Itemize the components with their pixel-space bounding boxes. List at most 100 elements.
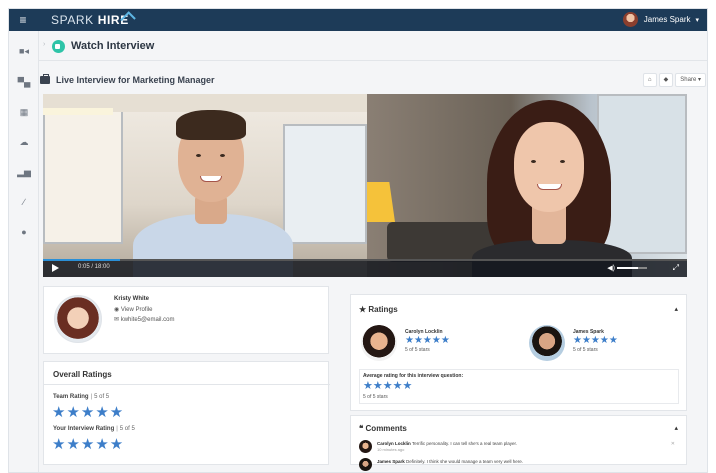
candidate-email[interactable]: ✉ kwhite5@email.com (114, 316, 174, 323)
user-name: James Spark (643, 15, 691, 24)
comments-title-text: Comments (365, 424, 407, 433)
view-profile-label: View Profile (120, 307, 153, 313)
ceiling-light (43, 108, 113, 115)
comment-text: James Spark Definitely. I think she woul… (377, 459, 523, 464)
comment-body: Definitely. I think she would manage a t… (406, 459, 524, 464)
comment-body: Terrific personality. I can tell she's a… (411, 441, 518, 446)
delete-comment-icon[interactable]: ✕ (671, 441, 675, 447)
smile (537, 184, 562, 190)
overall-ratings-card: Overall Ratings Team Rating | 5 of 5 ★★★★★… (43, 361, 330, 465)
rater-avatar (361, 325, 397, 361)
eye (531, 160, 536, 163)
your-rating-text: Your Interview Rating (53, 426, 115, 432)
chevron-right-icon: › (43, 41, 46, 48)
page-header: › Watch Interview (39, 31, 707, 61)
eye (220, 154, 225, 157)
eye (560, 160, 565, 163)
volume-slider[interactable] (617, 267, 647, 269)
your-rating-label: Your Interview Rating | 5 of 5 (53, 426, 135, 432)
smile (200, 176, 222, 182)
collapse-icon[interactable]: ▴ (674, 424, 678, 432)
average-rating-box: Average rating for this interview questi… (359, 369, 679, 404)
rater-stars: ★★★★★ (573, 335, 618, 346)
background-window (43, 94, 123, 244)
interviewer-video (43, 94, 367, 277)
team-rating-sub: 5 of 5 (94, 394, 110, 400)
progress-bar[interactable] (43, 259, 687, 261)
comment-item: Carolyn Locklin Terrific personality. I … (359, 440, 679, 456)
collapse-icon[interactable]: ▴ (674, 305, 678, 313)
candidate-email-text: kwhite5@email.com (120, 317, 175, 323)
camera-icon (52, 40, 65, 53)
user-avatar (622, 12, 638, 27)
lamp (367, 182, 395, 222)
candidate-video (367, 94, 687, 277)
ratings-title-text: Ratings (368, 305, 398, 314)
tag-button[interactable]: ⌂ (642, 73, 657, 87)
candidate-profile-card: Kristy White ◉ View Profile ✉ kwhite5@em… (43, 286, 329, 354)
logo-text-light: SPARK (51, 13, 94, 27)
rater-sub: 5 of 5 stars (405, 347, 430, 353)
overall-ratings-title: Overall Ratings (53, 370, 112, 379)
candidate-avatar (54, 295, 102, 343)
video-icon[interactable]: ■◂ (17, 44, 31, 58)
your-rating-stars[interactable]: ★★★★★ (52, 435, 124, 453)
interview-title-text: Live Interview for Marketing Manager (56, 75, 215, 85)
app-logo[interactable]: SPARK HIRE (51, 13, 129, 27)
divider (44, 384, 330, 385)
briefcase-icon[interactable]: ▀▄ (17, 75, 31, 89)
video-player[interactable]: 0:05 / 18:00 ◀) ⤢ (43, 94, 687, 277)
calendar-icon[interactable]: ▦ (17, 105, 31, 119)
rater-avatar (529, 325, 565, 361)
comment-text: Carolyn Locklin Terrific personality. I … (377, 441, 517, 446)
average-rating-sub: 5 of 5 stars (363, 394, 388, 400)
average-rating-stars: ★★★★★ (363, 380, 413, 392)
video-controls: 0:05 / 18:00 ◀) ⤢ (43, 259, 687, 277)
top-bar: ≡ SPARK HIRE James Spark ▾ (9, 9, 707, 31)
hamburger-menu-icon[interactable]: ≡ (16, 13, 30, 27)
comment-item: James Spark Definitely. I think she woul… (359, 458, 679, 473)
share-label: Share (680, 77, 697, 83)
fullscreen-icon[interactable]: ⤢ (673, 263, 679, 273)
ratings-panel: ★ Ratings ▴ Carolyn Locklin ★★★★★ 5 of 5… (350, 294, 687, 411)
comment-time: 10 minutes ago (377, 447, 405, 452)
time-display: 0:05 / 18:00 (78, 264, 110, 270)
video-actions: ⌂ ◆ Share ▾ (642, 73, 706, 87)
comments-panel: ❝ Comments ▴ Carolyn Locklin Terrific pe… (350, 415, 687, 471)
volume-icon[interactable]: ◀) (607, 264, 615, 272)
rater-stars: ★★★★★ (405, 335, 450, 346)
user-menu[interactable]: James Spark ▾ (622, 12, 699, 27)
volume-level (617, 267, 638, 269)
your-rating-sub: 5 of 5 (119, 426, 135, 432)
comments-title: ❝ Comments (359, 424, 407, 433)
face (514, 122, 584, 212)
cloud-icon[interactable]: ☁ (17, 135, 31, 149)
page-title: Watch Interview (71, 40, 155, 52)
male-interviewer (123, 104, 303, 277)
label-button[interactable]: ◆ (658, 73, 674, 87)
chevron-down-icon: ▾ (695, 16, 699, 24)
interview-title: Live Interview for Marketing Manager (40, 74, 215, 85)
hair (176, 110, 246, 140)
female-candidate (467, 100, 637, 277)
sidebar: ■◂ ▀▄ ▦ ☁ ▂▅ ∕ ● (9, 31, 39, 472)
comment-avatar (359, 440, 372, 453)
team-rating-text: Team Rating (53, 394, 89, 400)
play-icon[interactable] (52, 264, 59, 272)
briefcase-icon (40, 74, 50, 84)
progress-fill (43, 259, 121, 261)
help-icon[interactable]: ● (17, 225, 31, 239)
candidate-name: Kristy White (114, 296, 150, 302)
wand-icon[interactable]: ∕ (17, 195, 31, 209)
comment-avatar (359, 458, 372, 471)
comment-author: Carolyn Locklin (377, 441, 411, 446)
comment-author: James Spark (377, 459, 405, 464)
rater-sub: 5 of 5 stars (573, 347, 598, 353)
team-rating-label: Team Rating | 5 of 5 (53, 394, 110, 400)
view-profile-link[interactable]: ◉ View Profile (114, 306, 152, 313)
share-button[interactable]: Share ▾ (675, 73, 706, 87)
team-rating-stars: ★★★★★ (52, 404, 125, 421)
bar-chart-icon[interactable]: ▂▅ (17, 165, 31, 179)
eye (196, 154, 201, 157)
ratings-title: ★ Ratings (359, 305, 398, 314)
